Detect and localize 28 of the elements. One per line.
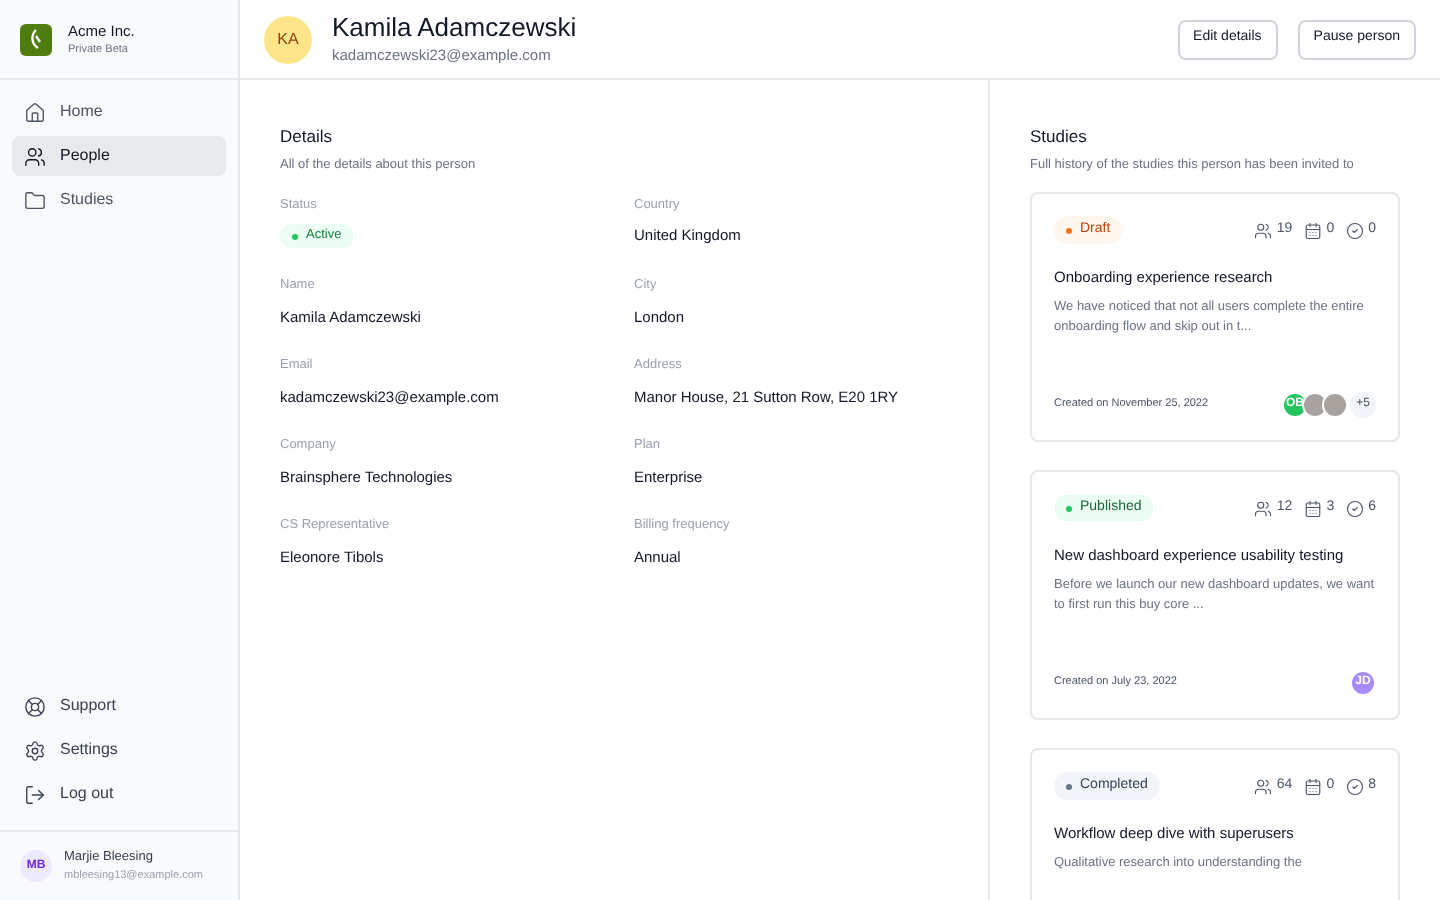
people-icon — [1254, 777, 1273, 795]
check-icon — [1346, 777, 1365, 795]
gear-icon — [24, 739, 46, 761]
house-icon — [24, 101, 46, 123]
people-icon — [1254, 499, 1273, 517]
leaf-logo-icon — [20, 23, 52, 55]
check-icon — [1346, 221, 1365, 239]
nav-item[interactable]: Settings — [12, 730, 226, 770]
calendar-icon — [1304, 777, 1323, 795]
people-icon — [1254, 221, 1273, 239]
nav-item[interactable]: Log out — [12, 774, 226, 814]
person-avatar: KA — [264, 15, 312, 63]
person-name: Kamila Adamczewski — [332, 11, 579, 44]
calendar-icon — [1304, 221, 1323, 239]
avatar-placeholder — [1322, 391, 1348, 418]
nav-item[interactable]: Support — [12, 686, 226, 726]
section-title: Details — [280, 124, 334, 150]
section-title: Studies — [1030, 124, 1089, 150]
avatar-placeholder — [1302, 391, 1328, 418]
calendar-icon — [1304, 499, 1323, 517]
nav-item[interactable]: People — [12, 136, 226, 176]
nav-item[interactable]: Studies — [12, 180, 226, 220]
people-icon — [24, 145, 46, 167]
nav-item[interactable]: Home — [12, 92, 226, 132]
logout-icon — [24, 783, 46, 805]
folder-icon — [24, 189, 46, 211]
check-icon — [1346, 499, 1365, 517]
lifebuoy-icon — [24, 695, 46, 717]
